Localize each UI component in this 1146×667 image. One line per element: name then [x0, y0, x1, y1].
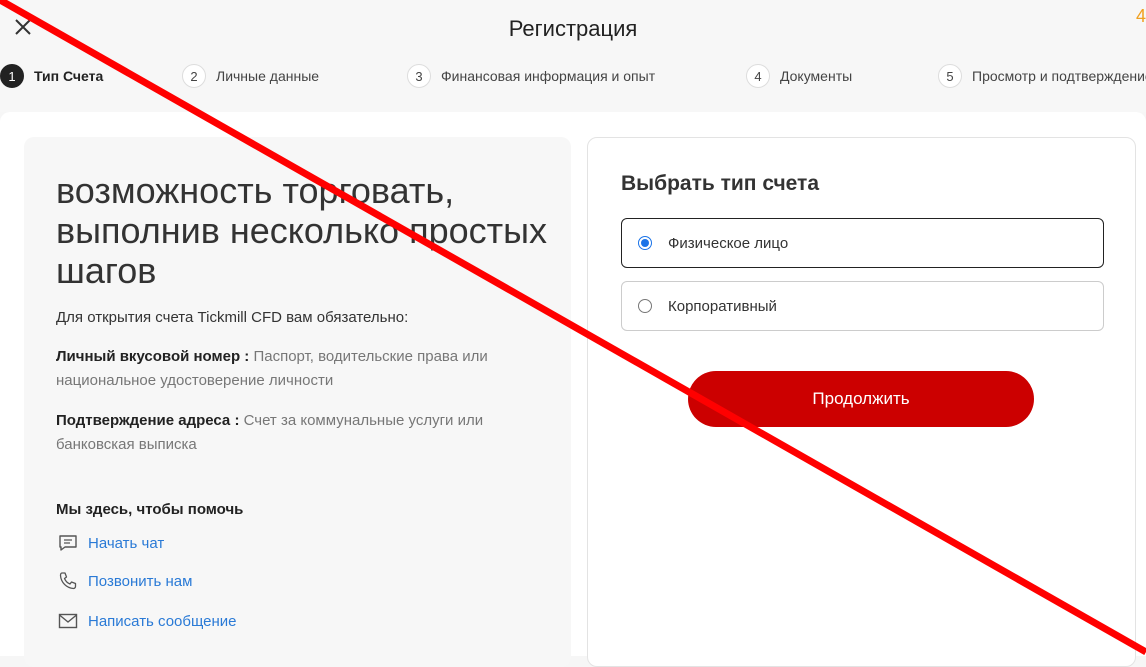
step-label: Просмотр и подтверждение	[972, 68, 1146, 84]
requirement-label: Личный вкусовой номер :	[56, 348, 250, 365]
header-bar: Регистрация 4 1 Тип Счета 2 Личные данны…	[0, 0, 1146, 112]
step-label: Финансовая информация и опыт	[441, 68, 656, 84]
step-financial-info[interactable]: 3 Финансовая информация и опыт	[407, 63, 655, 89]
link-label: Начать чат	[88, 534, 165, 552]
option-label: Физическое лицо	[668, 234, 789, 252]
option-label: Корпоративный	[668, 297, 777, 315]
info-heading: возможность торговать, выполнив нескольк…	[56, 170, 547, 291]
account-type-form: Выбрать тип счета Физическое лицо Корпор…	[587, 137, 1136, 667]
step-documents[interactable]: 4 Документы	[746, 63, 852, 89]
stepper: 1 Тип Счета 2 Личные данные 3 Финансовая…	[0, 63, 1146, 89]
step-number: 3	[407, 64, 431, 88]
radio-unselected[interactable]	[638, 299, 652, 313]
mail-icon	[56, 610, 80, 632]
step-number: 2	[182, 64, 206, 88]
page-title: Регистрация	[508, 16, 638, 41]
corner-mark: 4	[1135, 6, 1146, 26]
call-us-link[interactable]: Позвонить нам	[56, 570, 192, 592]
link-label: Позвонить нам	[88, 572, 193, 590]
start-chat-link[interactable]: Начать чат	[56, 532, 164, 554]
link-label: Написать сообщение	[88, 612, 237, 630]
step-personal-data[interactable]: 2 Личные данные	[182, 63, 319, 89]
option-corporate[interactable]: Корпоративный	[621, 281, 1104, 331]
requirement-label: Подтверждение адреса :	[56, 412, 240, 429]
step-label: Документы	[780, 68, 853, 84]
radio-selected[interactable]	[638, 236, 652, 250]
form-heading: Выбрать тип счета	[621, 172, 820, 195]
step-account-type[interactable]: 1 Тип Счета	[0, 63, 103, 89]
step-review[interactable]: 5 Просмотр и подтверждение	[938, 63, 1146, 89]
main-content: возможность торговать, выполнив нескольк…	[0, 112, 1146, 667]
phone-icon	[56, 570, 80, 592]
step-label: Личные данные	[216, 68, 320, 84]
step-number: 4	[746, 64, 770, 88]
step-number: 1	[0, 64, 24, 88]
step-number: 5	[938, 64, 962, 88]
info-panel: возможность торговать, выполнив нескольк…	[24, 137, 571, 667]
requirement-id: Личный вкусовой номер : Паспорт, водител…	[56, 345, 536, 393]
help-heading: Мы здесь, чтобы помочь	[56, 501, 244, 518]
info-intro: Для открытия счета Tickmill CFD вам обяз…	[56, 309, 409, 326]
option-individual[interactable]: Физическое лицо	[621, 218, 1104, 268]
step-label: Тип Счета	[34, 68, 104, 84]
chat-icon	[56, 532, 80, 554]
continue-button[interactable]: Продолжить	[688, 371, 1034, 427]
requirement-address: Подтверждение адреса : Счет за коммуналь…	[56, 409, 536, 457]
send-message-link[interactable]: Написать сообщение	[56, 610, 237, 632]
